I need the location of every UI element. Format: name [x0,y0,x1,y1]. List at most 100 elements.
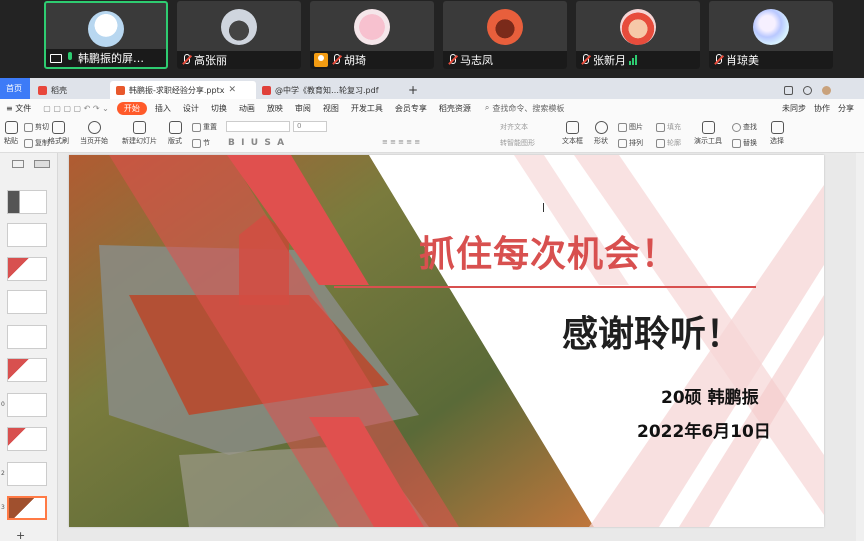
font-size-field[interactable]: 0 [293,121,327,132]
add-slide-icon[interactable]: + [16,529,25,541]
slide-thumbnail-panel: 0 2 3 + [0,153,58,541]
tab-label: 稻壳 [51,85,67,95]
menu-tab-review[interactable]: 审阅 [289,103,317,114]
slide-thumbnail[interactable] [7,223,47,247]
paragraph-align-buttons[interactable]: ≡ ≡ ≡ ≡ ≡ [382,138,420,146]
text-box-button[interactable]: 文本框 [562,121,583,146]
slide-thumbnail[interactable] [7,325,47,349]
notifications-icon[interactable] [803,85,812,95]
outline-icon [656,138,665,148]
format-painter-button[interactable]: 格式刷 [48,121,69,146]
share-button[interactable]: 分享 [838,103,854,114]
participant-tile[interactable]: 马志凤 [443,1,567,69]
slide-date[interactable]: 2022年6月10日 [637,417,771,442]
text-format-buttons[interactable]: B I U S A [228,138,284,148]
avatar [221,9,257,45]
screen: 韩鹏振的屏… 高张丽 胡琦 马志凤 张新月 肖琼美 首页 稻壳 韩鹏振-求职经验… [0,0,864,541]
section-label: 节 [203,139,210,147]
menu-tab-docer-resources[interactable]: 稻壳资源 [433,103,477,114]
thumbnail-view-icon[interactable] [34,160,50,168]
copy-button[interactable]: 复制 [24,138,49,148]
participant-tile[interactable]: 张新月 [576,1,700,69]
docer-icon [38,85,47,95]
collaborate-button[interactable]: 协作 [814,103,830,114]
layout-button[interactable]: 版式 [168,121,182,146]
menu-tab-developer[interactable]: 开发工具 [345,103,389,114]
quick-access-toolbar[interactable]: ▢ ▢ ▢ ▢ ↶ ↷ ⌄ [37,104,115,113]
slide-thumbnail[interactable] [7,257,47,281]
participant-name: 马志凤 [460,54,493,67]
avatar [354,9,390,45]
paste-button[interactable]: 粘贴 [4,121,18,146]
arrange-button[interactable]: 排列 [618,138,643,148]
outline-view-icon[interactable] [12,160,24,168]
shape-label: 形状 [594,137,608,145]
participant-tile[interactable]: 胡琦 [310,1,434,69]
layout-icon[interactable] [784,85,793,95]
find-button[interactable]: 查找 [732,122,757,132]
tab-pdf-document[interactable]: @中学《教育知…轮复习.pdf [256,81,398,99]
replace-button[interactable]: 替换 [732,138,757,148]
window-controls [778,81,837,99]
thumbnail-number: 0 [1,401,5,408]
slide-thumbnail[interactable] [7,462,47,486]
slide-thumbnail[interactable] [7,290,47,314]
select-button[interactable]: 选择 [770,121,784,146]
slide-presenter[interactable]: 20硕 韩鹏振 [661,383,759,408]
participant-name: 胡琦 [344,54,366,67]
menu-tab-insert[interactable]: 插入 [149,103,177,114]
slide-thumbnail[interactable] [7,427,47,451]
participant-tile[interactable]: 肖琼美 [709,1,833,69]
participant-tile-sharing[interactable]: 韩鹏振的屏… [44,1,168,69]
sync-status-button[interactable]: 未同步 [782,103,806,114]
shape-button[interactable]: 形状 [594,121,608,146]
slide-thumbnail[interactable] [7,190,47,214]
outline-button[interactable]: 轮廓 [656,138,681,148]
participant-tile[interactable]: 高张丽 [177,1,301,69]
reset-button[interactable]: 重置 [192,122,217,132]
command-search[interactable]: ⌕ 查找命令、搜索模板 [485,103,564,114]
slide-thumbnail[interactable] [7,358,47,382]
align-text-button[interactable]: 对齐文本 [500,122,528,132]
menu-tab-animation[interactable]: 动画 [233,103,261,114]
presenter-tools-button[interactable]: 演示工具 [694,121,722,146]
tab-home[interactable]: 首页 [0,78,30,99]
menu-file-label: 文件 [15,103,32,113]
slide-thumbnail[interactable] [7,393,47,417]
menu-tab-transition[interactable]: 切换 [205,103,233,114]
reset-icon [192,122,201,132]
section-button[interactable]: 节 [192,138,210,148]
menu-file[interactable]: ≡ 文件 [0,103,37,114]
vertical-scrollbar[interactable] [856,153,864,541]
picture-button[interactable]: 图片 [618,122,643,132]
new-slide-button[interactable]: 新建幻灯片 [122,121,157,146]
menu-tab-slideshow[interactable]: 放映 [261,103,289,114]
play-from-current-button[interactable]: 当页开始 [80,121,108,146]
menu-tab-member[interactable]: 会员专享 [389,103,433,114]
menu-tab-view[interactable]: 视图 [317,103,345,114]
user-avatar-icon[interactable] [822,85,831,95]
participant-name: 高张丽 [194,54,227,67]
tab-home-label: 首页 [6,84,22,93]
reset-label: 重置 [203,123,217,131]
fill-button[interactable]: 填充 [656,122,681,132]
avatar [753,9,789,45]
current-slide[interactable]: 抓住每次机会！ 感谢聆听！ 20硕 韩鹏振 2022年6月10日 [69,155,824,527]
text-box-icon [566,121,579,134]
tab-pptx-document[interactable]: 韩鹏振-求职经验分享.pptx ✕ [110,81,256,99]
avatar [487,9,523,45]
font-name-field[interactable] [226,121,290,132]
new-slide-icon [133,121,146,134]
close-tab-icon[interactable]: ✕ [228,85,236,95]
tab-docer[interactable]: 稻壳 [32,81,110,99]
cut-button[interactable]: 剪切 [24,122,49,132]
slide-thumbnail-selected[interactable] [7,496,47,520]
new-tab-button[interactable]: + [402,81,424,99]
menu-tab-home[interactable]: 开始 [116,101,147,115]
slide-headline[interactable]: 抓住每次机会！ [419,225,678,277]
replace-label: 替换 [743,139,757,147]
slide-thanks-text[interactable]: 感谢聆听！ [562,305,742,357]
smart-art-button[interactable]: 转智能图形 [500,138,535,148]
arrange-icon [618,138,627,148]
menu-tab-design[interactable]: 设计 [177,103,205,114]
